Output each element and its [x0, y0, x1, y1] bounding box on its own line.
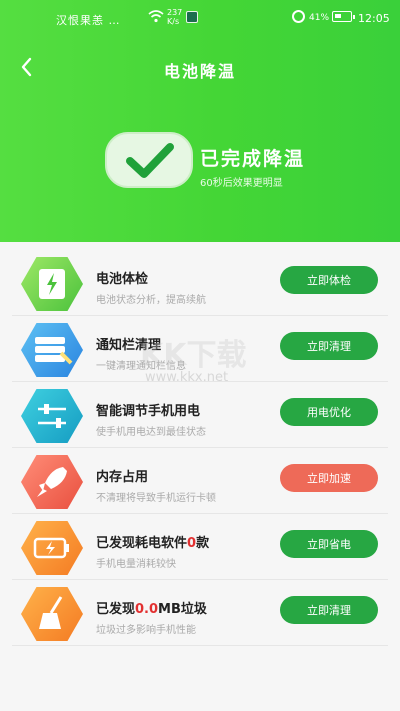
save-power-button[interactable]: 立即省电	[280, 530, 378, 558]
broom-icon	[21, 587, 83, 641]
memory-boost-button[interactable]: 立即加速	[280, 464, 378, 492]
hero-section: 汉恨果恙 … 237 K/s 41% 12:05 电池降温 已完成降温 60秒后…	[0, 0, 400, 242]
battery-icon	[332, 11, 355, 22]
list-item-power-optimize: 智能调节手机用电 使手机用电达到最佳状态 用电优化	[12, 382, 388, 448]
notification-clean-button[interactable]: 立即清理	[280, 332, 378, 360]
rocket-icon	[21, 455, 83, 509]
power-optimize-button[interactable]: 用电优化	[280, 398, 378, 426]
junk-size: 0.0	[135, 602, 159, 617]
cooling-status-subtitle: 60秒后效果更明显	[200, 178, 283, 189]
sliders-icon	[21, 389, 83, 443]
junk-clean-button[interactable]: 立即清理	[280, 596, 378, 624]
item-title: 已发现0.0MB垃圾	[96, 602, 207, 617]
check-icon	[105, 132, 193, 188]
power-app-count: 0	[187, 536, 197, 551]
carrier-label: 汉恨果恙 …	[56, 14, 121, 27]
list-item-battery-check: 电池体检 电池状态分析，提高续航 立即体检	[12, 250, 388, 316]
item-description: 电池状态分析，提高续航	[96, 295, 206, 306]
watermark-url: www.kkx.net	[145, 370, 229, 385]
item-description: 不清理将导致手机运行卡顿	[96, 493, 216, 504]
item-title: 已发现耗电软件0款	[96, 536, 210, 551]
alarm-icon	[292, 10, 305, 23]
battery-charging-icon	[21, 521, 83, 575]
clock: 12:05	[358, 12, 390, 25]
battery-lightning-icon	[21, 257, 83, 311]
app-notification-icon	[186, 11, 198, 23]
wifi-icon	[148, 10, 164, 23]
item-title: 智能调节手机用电	[96, 404, 201, 419]
item-description: 使手机用电达到最佳状态	[96, 427, 206, 438]
list-item-power-apps: 已发现耗电软件0款 手机电量消耗较快 立即省电	[12, 514, 388, 580]
notification-clean-icon	[21, 323, 83, 377]
list-item-junk: 已发现0.0MB垃圾 垃圾过多影响手机性能 立即清理	[12, 580, 388, 646]
network-speed: 237 K/s	[167, 8, 183, 26]
cooling-status-title: 已完成降温	[200, 148, 306, 170]
battery-percent: 41%	[309, 13, 330, 23]
item-description: 手机电量消耗较快	[96, 559, 176, 570]
list-item-memory: 内存占用 不清理将导致手机运行卡顿 立即加速	[12, 448, 388, 514]
battery-check-button[interactable]: 立即体检	[280, 266, 378, 294]
page-title: 电池降温	[163, 62, 236, 81]
optimization-list: 电池体检 电池状态分析，提高续航 立即体检 通知栏清理 一键清理通知栏信息 立即…	[0, 242, 400, 711]
item-title: 内存占用	[96, 470, 149, 485]
status-bar: 汉恨果恙 … 237 K/s 41% 12:05	[0, 0, 400, 36]
item-title: 电池体检	[96, 272, 149, 287]
watermark: KK下载	[140, 338, 247, 373]
item-description: 垃圾过多影响手机性能	[96, 625, 196, 636]
